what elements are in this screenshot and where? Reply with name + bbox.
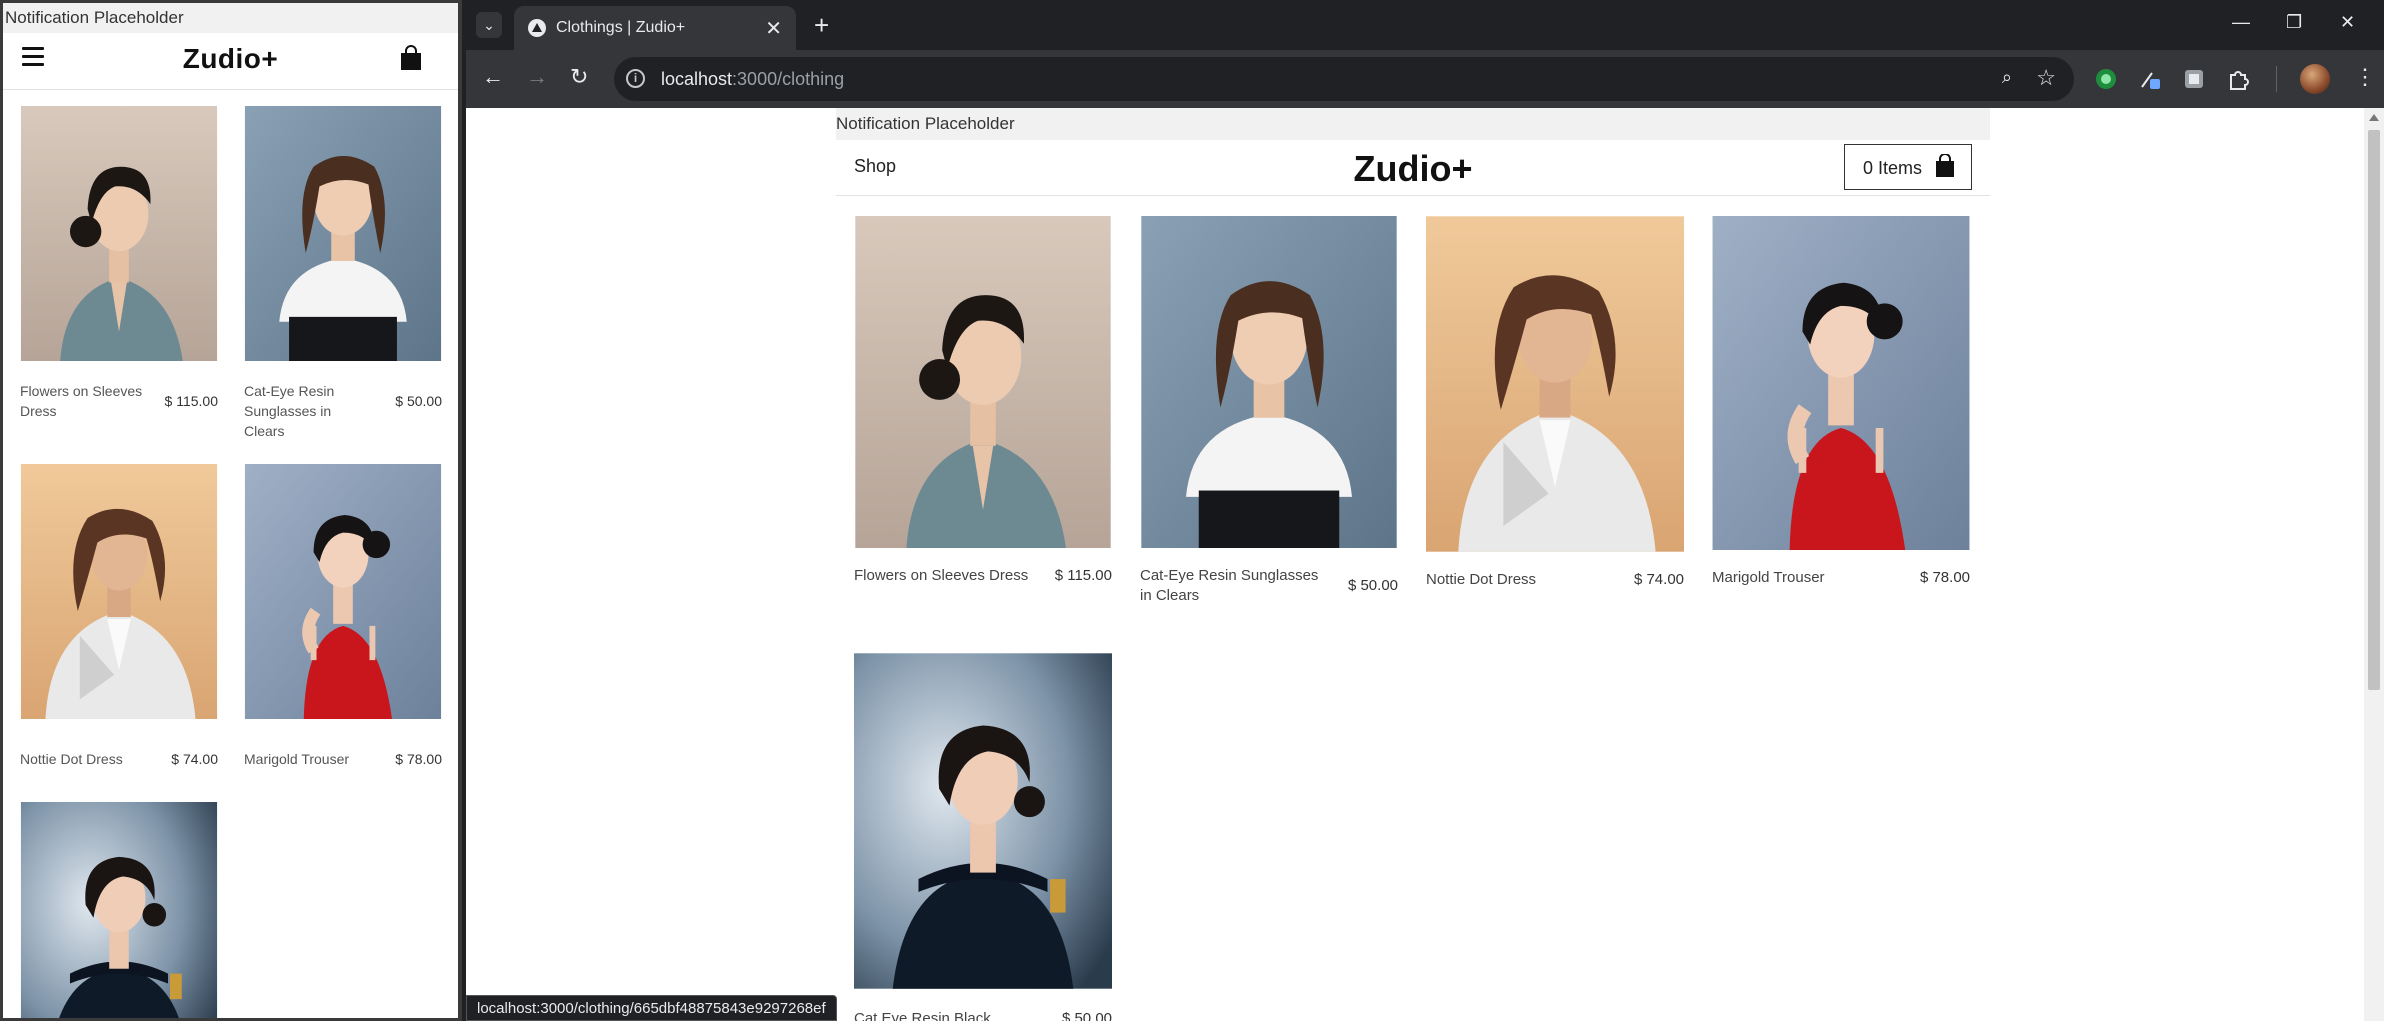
back-icon[interactable]: ←	[482, 64, 504, 90]
product-name[interactable]: Cat Eye Resin Black	[854, 1009, 1044, 1021]
product-price: $ 74.00	[1633, 571, 1684, 588]
product-name[interactable]: Flowers on Sleeves Dress	[854, 566, 1044, 586]
product-card[interactable]: Cat-Eye Resin Sunglasses in Clears $ 50.…	[1140, 216, 1398, 606]
product-price: $ 78.00	[1919, 569, 1970, 586]
site-info-icon[interactable]: i	[626, 69, 645, 88]
address-bar[interactable]: i localhost:3000/clothing ⌕ ☆	[614, 57, 2074, 101]
cart-count-label: 0 Items	[1863, 158, 1923, 178]
url-text[interactable]: localhost:3000/clothing	[661, 69, 844, 90]
shop-page: Notification Placeholder Shop Zudio+ 0 I…	[836, 108, 1990, 1021]
product-image[interactable]	[244, 464, 442, 719]
minimize-icon[interactable]: —	[2232, 12, 2250, 33]
product-name[interactable]: Nottie Dot Dress	[1426, 570, 1616, 590]
product-price: $ 115.00	[1054, 567, 1112, 584]
vertical-scrollbar[interactable]	[2364, 108, 2384, 1021]
product-name[interactable]: Flowers on Sleeves Dress	[20, 381, 150, 421]
product-card[interactable]: Flowers on Sleeves Dress $ 115.00	[854, 216, 1112, 586]
product-image[interactable]	[1712, 216, 1970, 550]
product-price: $ 78.00	[395, 751, 442, 767]
product-image[interactable]	[20, 106, 218, 361]
product-name[interactable]: Cat-Eye Resin Sunglasses in Clears	[1140, 566, 1330, 606]
reload-icon[interactable]: ↻	[570, 64, 588, 90]
product-image[interactable]	[20, 802, 218, 1018]
product-price: $ 74.00	[171, 751, 218, 767]
tab-title: Clothings | Zudio+	[556, 19, 686, 36]
site-header: Shop Zudio+ 0 Items	[836, 140, 1990, 196]
shopping-bag-icon[interactable]	[400, 45, 422, 71]
product-card[interactable]: Nottie Dot Dress $ 74.00	[20, 464, 218, 769]
extension-circle-icon[interactable]	[2094, 67, 2118, 91]
product-card[interactable]: Cat Eye Resin Black $ 50.00	[854, 653, 1112, 1021]
scroll-up-arrow-icon[interactable]	[2369, 114, 2379, 121]
product-card[interactable]: Nottie Dot Dress $ 74.00	[1426, 216, 1684, 590]
new-tab-button[interactable]: +	[814, 10, 829, 41]
notification-bar: Notification Placeholder	[3, 3, 458, 33]
site-logo[interactable]: Zudio+	[3, 43, 458, 75]
restore-icon[interactable]: ❐	[2286, 12, 2302, 33]
mobile-preview: Notification Placeholder Zudio+ Flowers …	[0, 0, 462, 1021]
product-card[interactable]: Cat-Eye Resin Sunglasses in Clears $ 50.…	[244, 106, 442, 441]
shopping-bag-icon	[1936, 154, 1954, 177]
tab-close-icon[interactable]: ✕	[765, 16, 782, 41]
product-image[interactable]	[1140, 216, 1398, 548]
product-image[interactable]	[854, 216, 1112, 548]
profile-avatar[interactable]	[2300, 64, 2330, 94]
extension-brush-icon[interactable]	[2138, 67, 2162, 91]
browser-tab[interactable]: Clothings | Zudio+ ✕	[514, 6, 796, 50]
product-card[interactable]: Marigold Trouser $ 78.00	[1712, 216, 1970, 588]
product-image[interactable]	[1426, 216, 1684, 552]
cart-button[interactable]: 0 Items	[1844, 144, 1972, 190]
page-viewport: Notification Placeholder Shop Zudio+ 0 I…	[466, 108, 2384, 1021]
browser-toolbar: ← → ↻ i localhost:3000/clothing ⌕ ☆ ⋮	[466, 50, 2384, 108]
product-name[interactable]: Cat-Eye Resin Sunglasses in Clears	[244, 381, 374, 441]
product-image[interactable]	[244, 106, 442, 361]
product-card[interactable]: Marigold Trouser $ 78.00	[244, 464, 442, 769]
product-price: $ 50.00	[395, 393, 442, 409]
product-name[interactable]: Marigold Trouser	[244, 739, 374, 769]
mobile-header: Zudio+	[3, 33, 458, 90]
tab-search-button[interactable]: ⌄	[476, 12, 502, 38]
product-price: $ 50.00	[1061, 1010, 1112, 1021]
zoom-icon[interactable]: ⌕	[2002, 67, 2012, 88]
product-name[interactable]: Marigold Trouser	[1712, 568, 1902, 588]
extensions-puzzle-icon[interactable]	[2226, 67, 2250, 91]
product-price: $ 115.00	[164, 393, 218, 409]
notification-bar: Notification Placeholder	[836, 108, 1990, 140]
product-card[interactable]: Flowers on Sleeves Dress $ 115.00	[20, 106, 218, 421]
product-card[interactable]	[20, 802, 218, 1018]
bookmark-star-icon[interactable]: ☆	[2036, 65, 2056, 91]
product-name[interactable]: Nottie Dot Dress	[20, 739, 150, 769]
site-logo[interactable]: Zudio+	[836, 148, 1990, 190]
product-image[interactable]	[20, 464, 218, 719]
favicon-icon	[528, 19, 546, 37]
link-status-bar: localhost:3000/clothing/665dbf48875843e9…	[466, 995, 837, 1021]
browser-menu-icon[interactable]: ⋮	[2354, 64, 2376, 90]
extension-photo-icon[interactable]	[2182, 67, 2206, 91]
tab-strip: ⌄ Clothings | Zudio+ ✕ + — ❐ ✕	[466, 0, 2384, 50]
product-image[interactable]	[854, 653, 1112, 989]
product-price: $ 50.00	[1347, 577, 1398, 594]
forward-icon[interactable]: →	[526, 64, 548, 90]
browser-window: ⌄ Clothings | Zudio+ ✕ + — ❐ ✕ ← → ↻ i l…	[466, 0, 2384, 1021]
scrollbar-thumb[interactable]	[2368, 130, 2380, 690]
window-close-icon[interactable]: ✕	[2340, 12, 2355, 33]
toolbar-divider	[2276, 66, 2277, 92]
